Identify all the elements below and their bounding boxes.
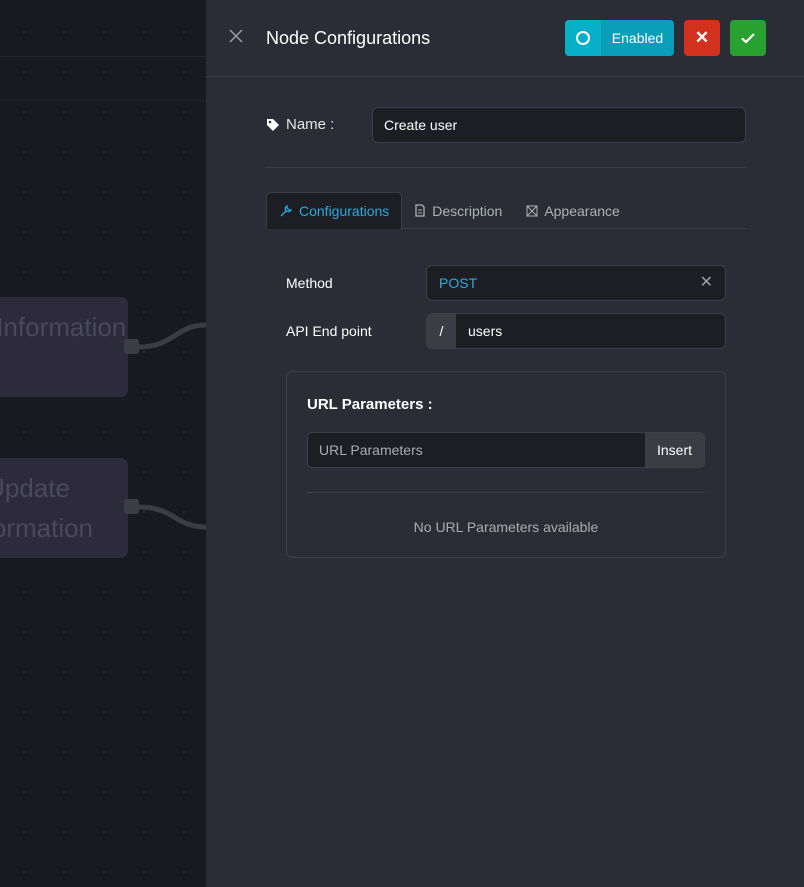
name-input[interactable]: Create user [372, 107, 746, 143]
panel-header: Node Configurations Enabled ✕ [206, 0, 804, 77]
divider [307, 492, 705, 493]
flow-node-save[interactable]: Save Information [0, 297, 128, 397]
name-row: Name : Create user [266, 107, 746, 143]
name-label-wrap: Name : [266, 116, 334, 133]
palette-icon [526, 205, 538, 216]
tab-bar: Configurations Description Appearance [266, 192, 746, 229]
tab-description[interactable]: Description [402, 192, 514, 229]
tab-label: Description [432, 202, 503, 219]
clear-icon[interactable]: ✕ [700, 266, 713, 300]
tab-label: Configurations [299, 203, 390, 219]
empty-state-text: No URL Parameters available [413, 519, 599, 535]
edge [137, 504, 206, 530]
divider [266, 167, 746, 168]
node-output-handle[interactable] [124, 499, 139, 514]
check-icon [741, 33, 755, 44]
endpoint-input-group: / users [426, 313, 726, 349]
wrench-icon [280, 204, 293, 217]
name-label: Name : [286, 116, 335, 133]
method-value: POST [439, 275, 478, 291]
tab-appearance[interactable]: Appearance [514, 192, 632, 229]
url-parameters-title: URL Parameters : [307, 396, 433, 413]
edge [137, 322, 206, 350]
endpoint-input[interactable]: users [456, 314, 725, 348]
method-label: Method [286, 275, 333, 291]
panel-title: Node Configurations [266, 28, 431, 48]
edges [137, 322, 206, 530]
toggle-circle-icon [565, 20, 601, 56]
insert-button[interactable]: Insert [645, 433, 704, 467]
node-output-handle[interactable] [124, 339, 139, 354]
node-label: Save Information [0, 312, 127, 342]
url-parameter-input-group: URL Parameters Insert [307, 432, 705, 468]
endpoint-prefix: / [427, 314, 456, 348]
flow-canvas[interactable]: Save Information Update Information [0, 0, 206, 887]
cancel-button[interactable]: ✕ [684, 20, 720, 56]
url-parameter-input[interactable]: URL Parameters [308, 433, 645, 467]
enabled-label: Enabled [611, 30, 664, 46]
method-select[interactable]: POST ✕ [426, 265, 726, 301]
url-parameters-card: URL Parameters : URL Parameters Insert N… [286, 371, 726, 558]
close-icon[interactable] [228, 28, 244, 44]
node-label: Update Information [0, 473, 94, 543]
flow-node-update[interactable]: Update Information [0, 458, 128, 558]
tag-icon [267, 118, 279, 131]
enabled-toggle[interactable]: Enabled [565, 20, 674, 56]
node-config-panel: Node Configurations Enabled ✕ Name : Cre… [206, 0, 804, 887]
document-icon [415, 204, 425, 217]
x-icon: ✕ [694, 28, 710, 47]
confirm-button[interactable] [730, 20, 766, 56]
tab-configurations[interactable]: Configurations [266, 192, 403, 229]
endpoint-label: API End point [286, 323, 372, 339]
tab-label: Appearance [544, 202, 620, 219]
